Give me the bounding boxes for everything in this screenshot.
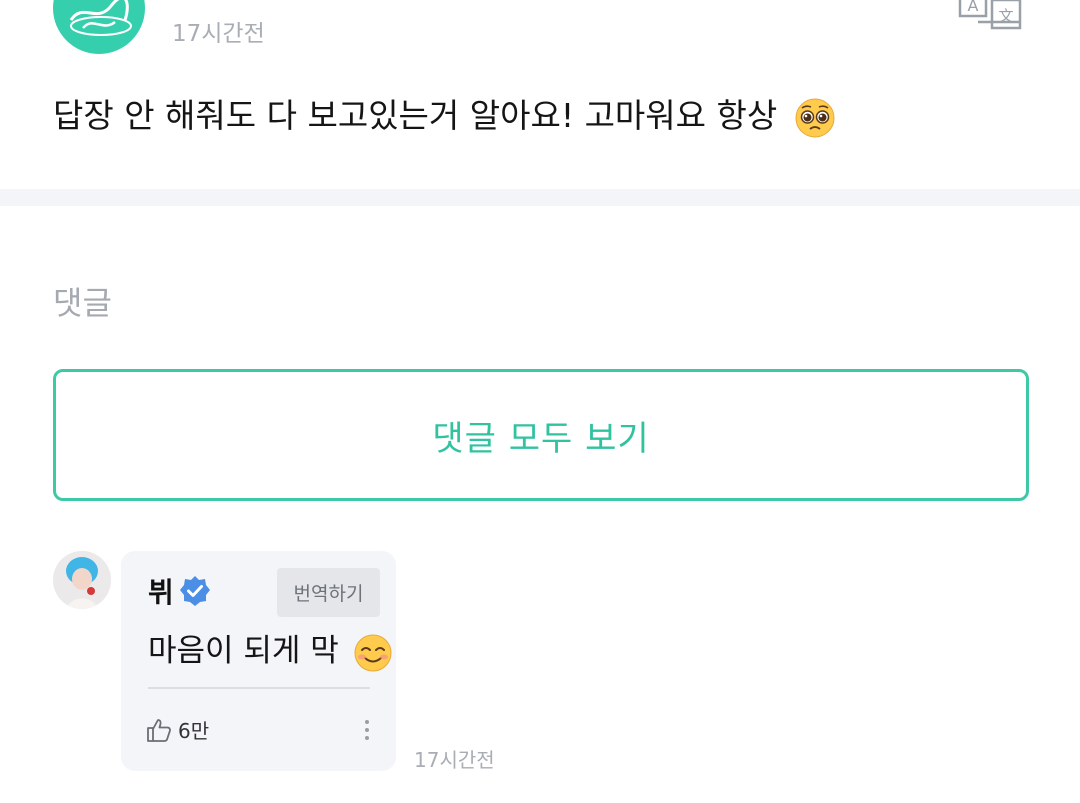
pleading-face-emoji [795,98,835,137]
comments-heading: 댓글 [53,284,112,322]
post-body-label: 답장 안 해줘도 다 보고있는거 알아요! 고마워요 항상 [53,96,778,135]
comment-bubble: 뷔 번역하기 마음이 되게 막 6만 [121,551,396,771]
post-body-text: 답장 안 해줘도 다 보고있는거 알아요! 고마워요 항상 [53,92,836,140]
like-count: 6만 [178,719,210,743]
verified-badge-icon [180,576,210,606]
translate-comment-button[interactable]: 번역하기 [277,568,380,617]
author-avatar[interactable] [53,0,145,54]
smiling-face-emoji [354,634,392,671]
commenter-name[interactable]: 뷔 [148,571,174,611]
like-button[interactable]: 6만 [146,715,209,744]
commenter-avatar[interactable] [53,551,111,609]
more-options-button[interactable] [357,717,377,745]
comment-text: 마음이 되게 막 [148,629,393,673]
comment-text-label: 마음이 되게 막 [148,633,339,669]
thumbs-up-icon [147,718,171,742]
view-all-comments-button[interactable]: 댓글 모두 보기 [53,369,1029,501]
post-timestamp: 17시간전 [172,21,265,47]
translate-icon[interactable]: A 文 [958,0,1024,32]
svg-text:文: 文 [998,7,1013,25]
section-divider [0,189,1080,206]
comment-timestamp: 17시간전 [414,748,495,772]
post-detail-page: 17시간전 A 文 답장 안 해줘도 다 보고있는거 알아요! 고마워요 항상 … [0,0,1080,803]
comment-divider [148,687,370,689]
more-vertical-icon [365,720,369,724]
svg-text:A: A [968,0,979,15]
